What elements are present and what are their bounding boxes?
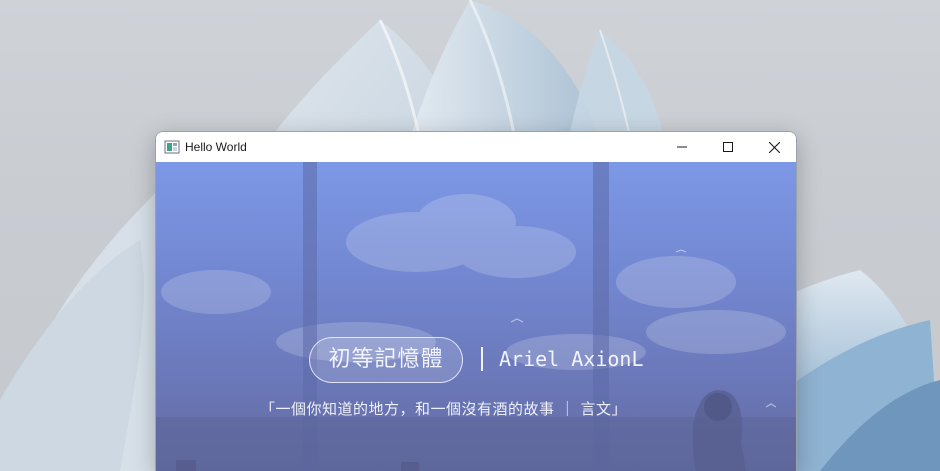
close-button[interactable] [751,132,796,162]
close-icon [768,141,780,153]
background-illustration [156,162,796,471]
desktop: Hello World 初等記憶體 Ariel AxionL 「一個你知道的地方… [0,0,940,471]
content-area: 初等記憶體 Ariel AxionL 「一個你知道的地方，和一個沒有酒的故事 ｜… [156,162,796,471]
maximize-button[interactable] [705,132,751,162]
minimize-button[interactable] [659,132,705,162]
headline: 初等記憶體 Ariel AxionL [156,337,796,387]
window-title: Hello World [185,140,247,154]
maximize-icon [723,142,733,152]
separator [481,347,483,371]
tag-pill[interactable]: 初等記憶體 [309,337,463,383]
app-icon [164,140,180,154]
author-name: Ariel AxionL [499,347,644,371]
app-window: Hello World 初等記憶體 Ariel AxionL 「一個你知道的地方… [155,131,797,471]
quote-text: 「一個你知道的地方，和一個沒有酒的故事 ｜ 言文」 [260,400,628,418]
minimize-icon [677,146,687,148]
title-bar[interactable]: Hello World [156,132,796,162]
